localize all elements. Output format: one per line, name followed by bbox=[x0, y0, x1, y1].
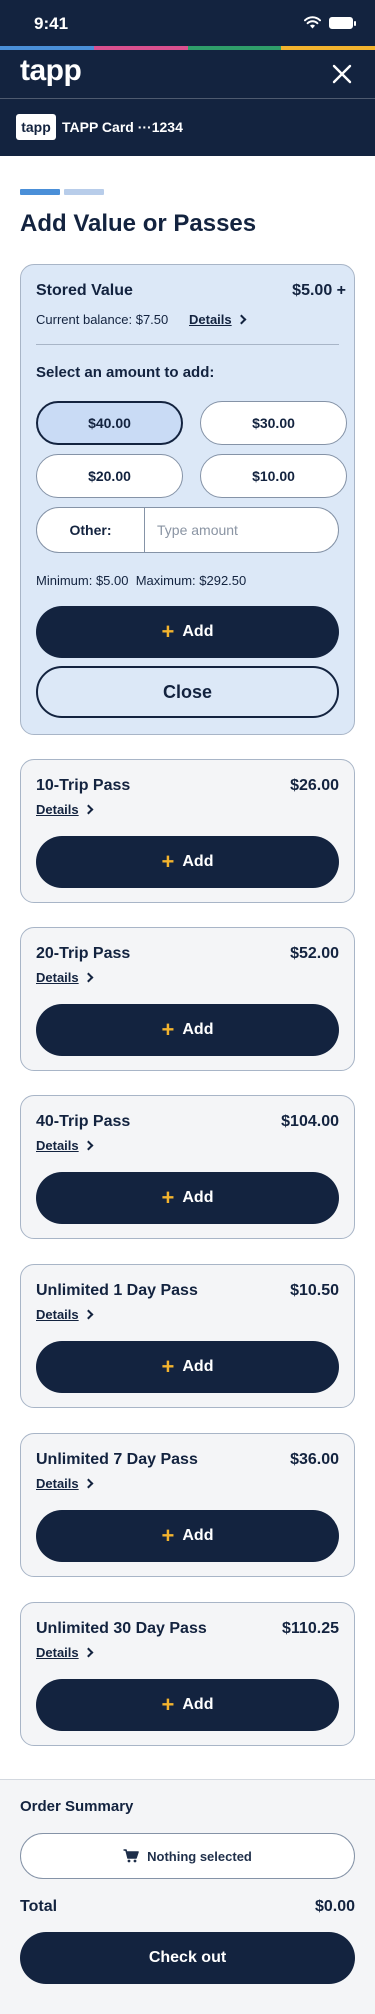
wifi-icon bbox=[304, 16, 321, 29]
details-label: Details bbox=[36, 1138, 79, 1153]
add-label: Add bbox=[182, 1527, 214, 1544]
plus-icon: + bbox=[161, 619, 175, 644]
current-balance: Current balance: $7.50 bbox=[36, 312, 169, 327]
pass-add-button[interactable]: + Add bbox=[36, 1679, 339, 1731]
stored-value-price: $5.00 + bbox=[292, 282, 346, 299]
checkout-button[interactable]: Check out bbox=[20, 1932, 355, 1984]
total-label: Total bbox=[20, 1898, 58, 1915]
plus-icon: + bbox=[161, 1692, 175, 1717]
pass-details-link[interactable]: Details bbox=[36, 1476, 94, 1491]
chevron-right-icon bbox=[83, 804, 94, 815]
divider bbox=[36, 344, 339, 345]
other-amount-label: Other: bbox=[37, 508, 145, 552]
add-label: Add bbox=[182, 853, 214, 870]
plus-icon: + bbox=[161, 849, 175, 874]
step-1-indicator bbox=[20, 189, 60, 195]
stored-value-card: Stored Value $5.00 + Current balance: $7… bbox=[20, 264, 355, 735]
add-label: Add bbox=[182, 623, 214, 640]
chevron-right-icon bbox=[83, 1309, 94, 1320]
pass-name: Unlimited 1 Day Pass bbox=[36, 1282, 198, 1299]
pass-add-button[interactable]: + Add bbox=[36, 1510, 339, 1562]
stored-value-add-button[interactable]: + Add bbox=[36, 606, 339, 658]
pass-card-10-trip: 10-Trip Pass $26.00 Details + Add bbox=[20, 759, 355, 903]
total-value: $0.00 bbox=[314, 1898, 355, 1915]
amount-30-button[interactable]: $30.00 bbox=[200, 401, 347, 445]
details-label: Details bbox=[189, 312, 232, 327]
step-2-indicator bbox=[64, 189, 104, 195]
add-label: Add bbox=[182, 1696, 214, 1713]
chevron-right-icon bbox=[83, 1478, 94, 1489]
add-label: Add bbox=[182, 1021, 214, 1038]
details-label: Details bbox=[36, 802, 79, 817]
pass-card-unlimited-7-day: Unlimited 7 Day Pass $36.00 Details + Ad… bbox=[20, 1433, 355, 1577]
pass-name: 40-Trip Pass bbox=[36, 1113, 131, 1130]
order-summary-title: Order Summary bbox=[20, 1798, 134, 1815]
details-label: Details bbox=[36, 1476, 79, 1491]
pass-details-link[interactable]: Details bbox=[36, 1645, 94, 1660]
chevron-right-icon bbox=[236, 314, 247, 325]
app-bar: tapp bbox=[0, 50, 375, 98]
step-progress bbox=[20, 189, 104, 195]
pass-price: $110.25 bbox=[282, 1620, 339, 1637]
battery-icon bbox=[329, 16, 356, 29]
other-amount-input[interactable] bbox=[145, 508, 338, 552]
card-name: TAPP Card ···1234 bbox=[62, 119, 183, 135]
amount-10-button[interactable]: $10.00 bbox=[200, 454, 347, 498]
tapp-logo: tapp bbox=[20, 54, 82, 87]
system-icons bbox=[304, 16, 356, 29]
plus-icon: + bbox=[161, 1185, 175, 1210]
pass-card-unlimited-1-day: Unlimited 1 Day Pass $10.50 Details + Ad… bbox=[20, 1264, 355, 1408]
pass-name: Unlimited 30 Day Pass bbox=[36, 1620, 207, 1637]
add-label: Add bbox=[182, 1358, 214, 1375]
pass-add-button[interactable]: + Add bbox=[36, 1172, 339, 1224]
pass-add-button[interactable]: + Add bbox=[36, 836, 339, 888]
details-label: Details bbox=[36, 1645, 79, 1660]
plus-icon: + bbox=[161, 1354, 175, 1379]
order-summary-status: Nothing selected bbox=[20, 1833, 355, 1879]
pass-details-link[interactable]: Details bbox=[36, 970, 94, 985]
pass-details-link[interactable]: Details bbox=[36, 1138, 94, 1153]
pass-details-link[interactable]: Details bbox=[36, 1307, 94, 1322]
pass-card-20-trip: 20-Trip Pass $52.00 Details + Add bbox=[20, 927, 355, 1071]
chevron-right-icon bbox=[83, 972, 94, 983]
amount-limits: Minimum: $5.00 Maximum: $292.50 bbox=[36, 573, 247, 588]
card-badge: tapp bbox=[16, 114, 56, 140]
chevron-right-icon bbox=[83, 1140, 94, 1151]
status-time: 9:41 bbox=[34, 14, 69, 33]
cart-icon bbox=[123, 1849, 139, 1863]
order-summary: Order Summary Nothing selected Total $0.… bbox=[0, 1779, 375, 2014]
pass-price: $36.00 bbox=[290, 1451, 339, 1468]
stored-value-title: Stored Value bbox=[36, 282, 133, 299]
pass-card-unlimited-30-day: Unlimited 30 Day Pass $110.25 Details + … bbox=[20, 1602, 355, 1746]
plus-icon: + bbox=[161, 1017, 175, 1042]
pass-add-button[interactable]: + Add bbox=[36, 1004, 339, 1056]
page-title: Add Value or Passes bbox=[20, 210, 257, 237]
nothing-selected-label: Nothing selected bbox=[147, 1848, 252, 1864]
close-button[interactable]: Close bbox=[36, 666, 339, 718]
pass-price: $52.00 bbox=[290, 945, 339, 962]
card-bar: tapp TAPP Card ···1234 bbox=[0, 98, 375, 156]
pass-name: Unlimited 7 Day Pass bbox=[36, 1451, 198, 1468]
add-label: Add bbox=[182, 1189, 214, 1206]
pass-details-link[interactable]: Details bbox=[36, 802, 94, 817]
pass-name: 20-Trip Pass bbox=[36, 945, 131, 962]
select-amount-label: Select an amount to add: bbox=[36, 364, 215, 381]
amount-40-button[interactable]: $40.00 bbox=[36, 401, 183, 445]
pass-price: $10.50 bbox=[290, 1282, 339, 1299]
details-label: Details bbox=[36, 1307, 79, 1322]
other-amount-field: Other: bbox=[36, 507, 339, 553]
plus-icon: + bbox=[161, 1523, 175, 1548]
details-label: Details bbox=[36, 970, 79, 985]
pass-name: 10-Trip Pass bbox=[36, 777, 131, 794]
pass-price: $26.00 bbox=[290, 777, 339, 794]
pass-price: $104.00 bbox=[281, 1113, 339, 1130]
amount-20-button[interactable]: $20.00 bbox=[36, 454, 183, 498]
close-icon[interactable] bbox=[329, 61, 355, 87]
pass-card-40-trip: 40-Trip Pass $104.00 Details + Add bbox=[20, 1095, 355, 1239]
status-bar: 9:41 bbox=[0, 0, 375, 48]
pass-add-button[interactable]: + Add bbox=[36, 1341, 339, 1393]
chevron-right-icon bbox=[83, 1647, 94, 1658]
stored-value-details-link[interactable]: Details bbox=[189, 312, 247, 327]
